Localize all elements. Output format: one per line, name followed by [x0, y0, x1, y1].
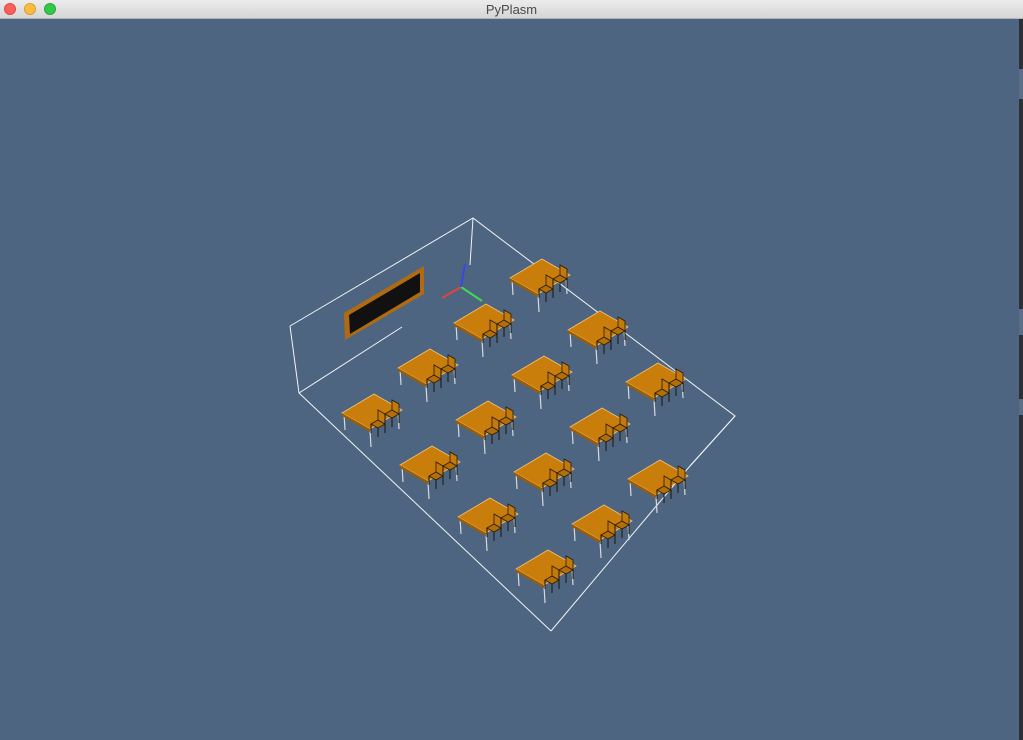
z-axis-line — [460, 263, 466, 288]
desk — [515, 549, 577, 604]
desk — [341, 393, 403, 448]
desk — [513, 452, 575, 507]
room-left-top-edge — [298, 326, 403, 394]
desk — [627, 459, 689, 514]
desk — [457, 497, 519, 552]
room-right-edge — [689, 415, 736, 467]
desk — [569, 407, 631, 462]
desk — [571, 504, 633, 559]
desk — [511, 355, 573, 410]
desk — [455, 400, 517, 455]
desk — [453, 303, 515, 358]
room-vertical-edge-left — [289, 325, 300, 394]
3d-viewport[interactable] — [0, 19, 1019, 740]
window-edge-strip — [1019, 19, 1023, 740]
y-axis-line — [460, 286, 483, 302]
window-title: PyPlasm — [485, 2, 538, 17]
desk — [625, 362, 687, 417]
x-axis-line — [441, 286, 462, 299]
scene-canvas[interactable] — [0, 19, 1019, 740]
title-bar[interactable]: PyPlasm — [0, 0, 1023, 19]
blackboard — [344, 266, 424, 340]
blackboard-surface — [349, 273, 420, 334]
app-window: PyPlasm — [0, 0, 1023, 740]
desk — [567, 310, 629, 365]
desk — [399, 445, 461, 500]
desk — [397, 348, 459, 403]
desk — [509, 258, 571, 313]
room-vertical-edge-back — [469, 217, 474, 266]
axis-gizmo — [441, 263, 483, 302]
